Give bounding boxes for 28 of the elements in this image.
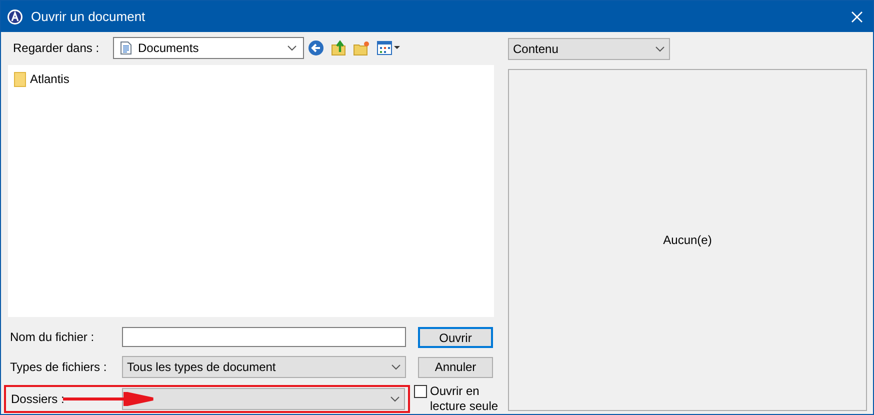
chevron-icon [390,396,400,402]
new-folder-icon[interactable] [353,40,370,56]
folders-dropdown[interactable] [122,388,405,410]
look-in-dropdown[interactable]: Documents [113,37,304,59]
file-list-item[interactable]: Atlantis [14,71,70,87]
file-name-field[interactable] [122,327,406,347]
document-icon [120,41,132,55]
view-menu-icon[interactable] [377,40,401,56]
back-icon[interactable] [308,40,324,56]
app-logo-icon [7,8,23,24]
file-types-dropdown[interactable]: Tous les types de document [122,356,406,378]
file-name-label: Nom du fichier : [9,329,96,346]
cancel-button[interactable]: Annuler [418,356,493,378]
chevron-icon [391,364,401,370]
read-only-checkbox[interactable] [414,385,427,398]
close-icon[interactable] [851,10,863,22]
preview-mode-dropdown[interactable]: Contenu [508,38,670,60]
file-types-label: Types de fichiers : [9,359,108,376]
folder-up-icon[interactable] [331,40,347,56]
folders-label: Dossiers : [11,391,66,408]
open-button[interactable]: Ouvrir [418,326,493,348]
look-in-label: Regarder dans : [12,40,100,57]
read-only-label: Ouvrir en lecture seule [430,384,500,414]
chevron-icon [655,46,665,52]
folder-icon [14,72,26,86]
window-title: Ouvrir un document [31,8,146,26]
preview-message: Aucun(e) [663,232,712,249]
chevron-icon [287,45,297,51]
